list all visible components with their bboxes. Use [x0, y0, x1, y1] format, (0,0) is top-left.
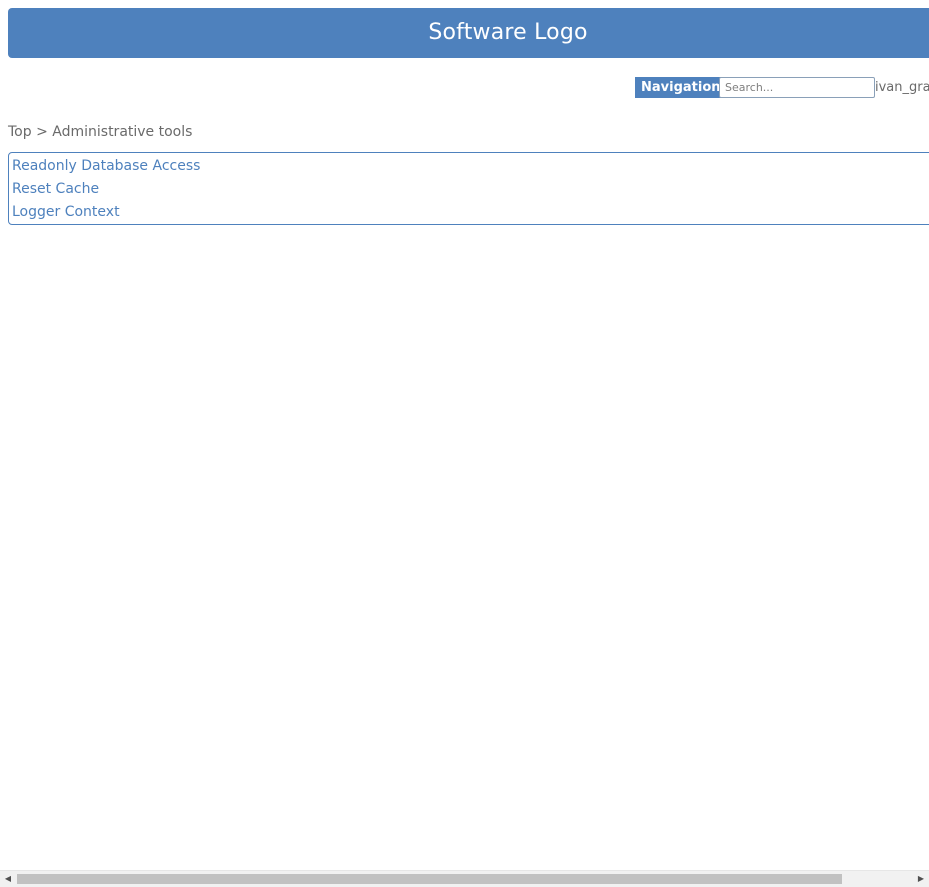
menu-item-reset-cache[interactable]: Reset Cache [12, 179, 929, 202]
navigation-button[interactable]: Navigation [635, 77, 727, 98]
software-logo[interactable]: Software Logo [8, 8, 929, 58]
search-input[interactable] [719, 77, 875, 98]
menu-item-readonly-database-access[interactable]: Readonly Database Access [12, 156, 929, 179]
breadcrumb-top-link[interactable]: Top [8, 124, 32, 140]
scroll-left-arrow-icon[interactable]: ◀ [0, 871, 16, 887]
scrollbar-thumb[interactable] [17, 874, 842, 884]
breadcrumb: Top > Administrative tools [8, 124, 192, 140]
scroll-right-arrow-icon[interactable]: ▶ [913, 871, 929, 887]
breadcrumb-current: Administrative tools [52, 124, 193, 140]
menu-item-logger-context[interactable]: Logger Context [12, 202, 929, 225]
breadcrumb-separator: > [36, 124, 48, 140]
admin-tools-list: Readonly Database Access Reset Cache Log… [8, 152, 929, 225]
page: Software Logo Navigation ivan_gra Top > … [0, 0, 929, 887]
header-bar: Software Logo [8, 8, 929, 58]
username-link[interactable]: ivan_gra [875, 78, 929, 98]
horizontal-scrollbar[interactable]: ◀ ▶ [0, 870, 929, 887]
